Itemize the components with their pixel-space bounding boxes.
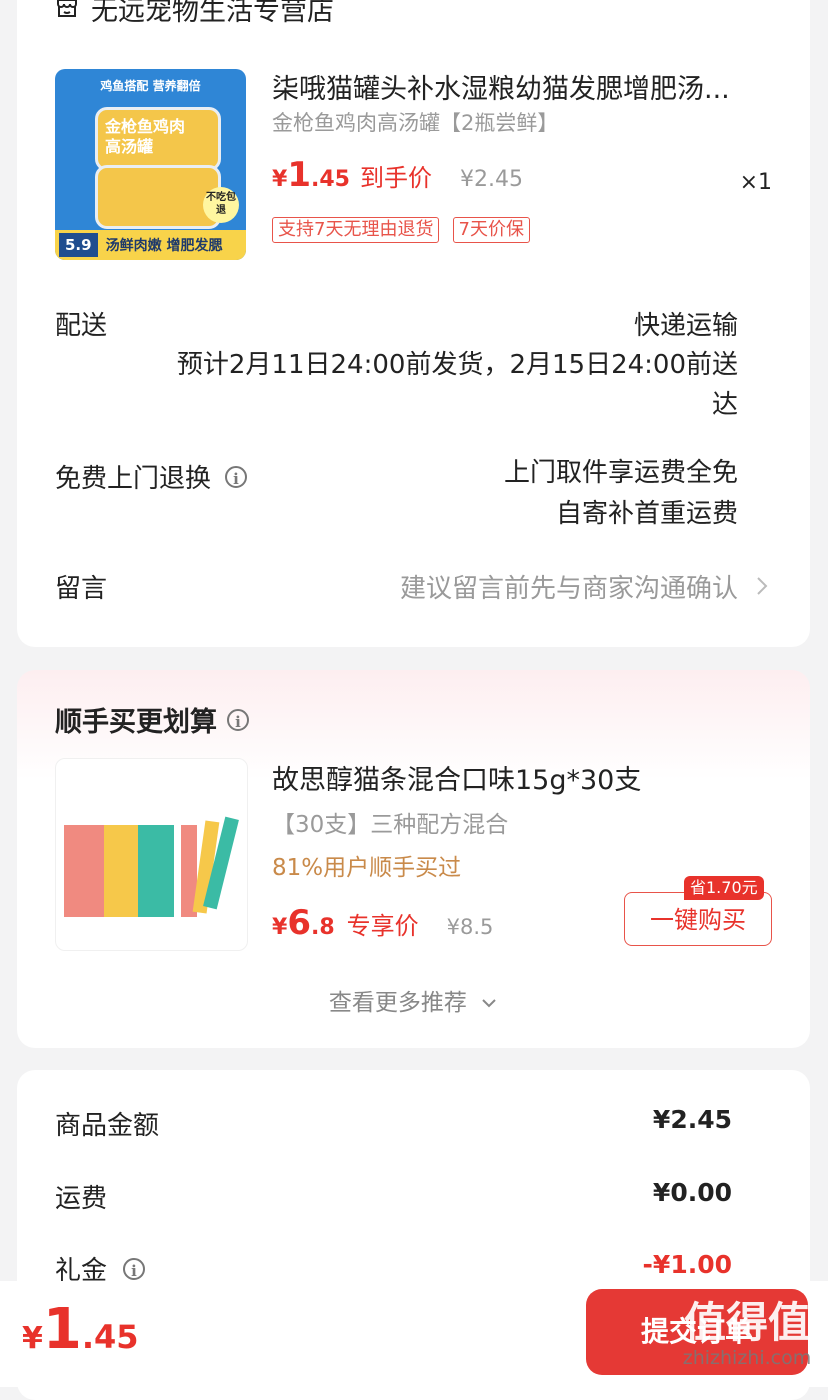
summary-label-shipping: 运费 bbox=[55, 1184, 108, 1214]
submit-order-label: 提交订单 bbox=[640, 1315, 753, 1348]
product-image-bottom-banner: 5.9 汤鲜肉嫩 增肥发腮 bbox=[55, 230, 246, 260]
price-integer: 1 bbox=[287, 155, 311, 195]
order-item-card: 无远宠物生活专营店 鸡鱼搭配 营养翻倍 金枪鱼鸡肉高汤罐 不吃包退 5.9 汤鲜… bbox=[17, 0, 810, 647]
tag-price-protect: 7天价保 bbox=[452, 217, 530, 243]
return-service-label: 免费上门退换 bbox=[55, 464, 212, 494]
delivery-estimate: 预计2月11日24:00前发货，2月15日24:00前送 达 bbox=[118, 345, 738, 425]
upsell-price-symbol: ¥ bbox=[272, 915, 288, 940]
tag-7day-return: 支持7天无理由退货 bbox=[272, 217, 440, 243]
stick-pack-yellow bbox=[104, 825, 138, 917]
upsell-header: 顺手买更划算 i bbox=[55, 700, 249, 739]
product-title[interactable]: 柒哦猫罐头补水湿粮幼猫发腮增肥汤... bbox=[272, 67, 762, 106]
return-service-detail: 上门取件享运费全免 自寄补首重运费 bbox=[504, 453, 738, 535]
return-service-line1: 上门取件享运费全免 bbox=[503, 458, 738, 488]
chevron-right-icon bbox=[752, 572, 772, 600]
total-price-decimal: .45 bbox=[81, 1318, 139, 1356]
delivery-estimate-line2: 达 bbox=[711, 390, 738, 420]
upsell-price: ¥ 6 .8 专享价 ¥8.5 bbox=[272, 903, 493, 943]
price-decimal: .45 bbox=[310, 167, 350, 192]
delivery-label: 配送 bbox=[55, 311, 108, 341]
info-icon[interactable]: i bbox=[225, 465, 248, 488]
upsell-card: 顺手买更划算 i 故思醇猫条混合口味15g*30支 【30支】三种配方混合 81… bbox=[17, 670, 810, 1048]
product-image-bottom-price: 5.9 bbox=[59, 233, 98, 257]
product-image-bottom-text: 汤鲜肉嫩 增肥发腮 bbox=[105, 238, 223, 254]
see-more-recommendations[interactable]: 查看更多推荐 bbox=[17, 983, 810, 1017]
upsell-social-proof: 81%用户顺手买过 bbox=[272, 855, 462, 881]
price-label: 到手价 bbox=[359, 164, 432, 192]
summary-label-goods: 商品金额 bbox=[55, 1111, 160, 1141]
upsell-title: 顺手买更划算 bbox=[55, 707, 217, 738]
store-header[interactable]: 无远宠物生活专营店 bbox=[55, 0, 334, 28]
upsell-price-decimal: .8 bbox=[310, 915, 335, 940]
upsell-product-title[interactable]: 故思醇猫条混合口味15g*30支 bbox=[272, 758, 641, 797]
upsell-product-image[interactable] bbox=[55, 758, 248, 951]
upsell-original-price: ¥8.5 bbox=[446, 915, 494, 939]
info-icon[interactable]: i bbox=[227, 708, 249, 731]
product-image-can-text: 金枪鱼鸡肉高汤罐 bbox=[105, 117, 186, 156]
price-symbol: ¥ bbox=[272, 167, 288, 192]
total-price-symbol: ¥ bbox=[22, 1321, 43, 1356]
product-image[interactable]: 鸡鱼搭配 营养翻倍 金枪鱼鸡肉高汤罐 不吃包退 5.9 汤鲜肉嫩 增肥发腮 bbox=[55, 69, 246, 260]
see-more-label: 查看更多推荐 bbox=[328, 990, 467, 1016]
product-image-can-2 bbox=[95, 165, 221, 229]
upsell-product-spec: 【30支】三种配方混合 bbox=[272, 812, 509, 838]
summary-value-shipping: ¥0.00 bbox=[652, 1178, 732, 1207]
stick-pack-pink bbox=[64, 825, 104, 917]
message-placeholder[interactable]: 建议留言前先与商家沟通确认 bbox=[400, 568, 738, 605]
submit-order-button[interactable]: 提交订单 bbox=[586, 1289, 808, 1375]
return-service-line2: 自寄补首重运费 bbox=[555, 499, 738, 529]
delivery-method: 快递运输 bbox=[633, 311, 738, 341]
message-label: 留言 bbox=[55, 574, 108, 604]
service-tags: 支持7天无理由退货 7天价保 bbox=[272, 217, 538, 243]
summary-value-goods: ¥2.45 bbox=[652, 1105, 732, 1134]
upsell-price-label: 专享价 bbox=[346, 912, 419, 940]
bottom-bar: ¥ 1 .45 提交订单 值得值 zhizhizhi.com bbox=[0, 1281, 828, 1387]
message-row[interactable]: 留言 建议留言前先与商家沟通确认 bbox=[55, 568, 772, 608]
store-name: 无远宠物生活专营店 bbox=[91, 0, 334, 27]
product-price: ¥ 1 .45 到手价 ¥2.45 bbox=[272, 155, 523, 195]
one-click-buy-button[interactable]: 一键购买 bbox=[624, 892, 772, 946]
product-image-top-text: 鸡鱼搭配 营养翻倍 bbox=[100, 79, 201, 93]
product-quantity: ×1 bbox=[739, 170, 772, 195]
chevron-down-icon bbox=[480, 990, 498, 1008]
total-price-integer: 1 bbox=[42, 1297, 82, 1362]
upsell-price-integer: 6 bbox=[287, 903, 311, 943]
summary-value-gift: -¥1.00 bbox=[642, 1250, 732, 1279]
store-icon bbox=[55, 0, 79, 20]
delivery-estimate-line1: 预计2月11日24:00前发货，2月15日24:00前送 bbox=[176, 350, 738, 380]
info-icon[interactable]: i bbox=[123, 1257, 146, 1280]
return-service-row: 免费上门退换 i bbox=[55, 458, 248, 495]
product-spec[interactable]: 金枪鱼鸡肉高汤罐【2瓶尝鲜】 bbox=[272, 107, 558, 137]
product-image-badge: 不吃包退 bbox=[203, 187, 239, 223]
total-price: ¥ 1 .45 bbox=[22, 1297, 139, 1362]
save-badge: 省1.70元 bbox=[684, 876, 764, 900]
stick-pack-teal bbox=[138, 825, 174, 917]
original-price: ¥2.45 bbox=[459, 167, 523, 192]
